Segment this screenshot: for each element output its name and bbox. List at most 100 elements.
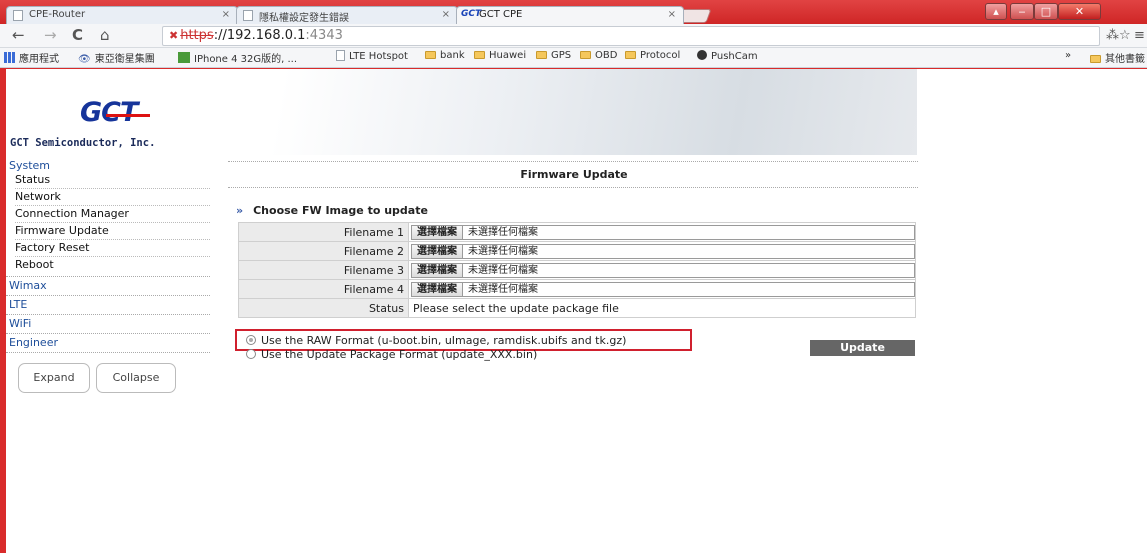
eye-icon: 👁 (78, 54, 91, 65)
restore-icon[interactable]: ▴ (985, 3, 1007, 20)
page-icon (243, 10, 253, 21)
folder-icon (474, 51, 485, 59)
bookmark-iphone[interactable]: IPhone 4 32G版的, ... (178, 50, 297, 65)
raw-format-option[interactable]: Use the RAW Format (u-boot.bin, uImage, … (246, 334, 626, 347)
file-status-text: 未選擇任何檔案 (468, 264, 538, 276)
star-icon[interactable]: ☆ (1119, 28, 1131, 43)
tab-gct-cpe[interactable]: GCT GCT CPE × (456, 6, 684, 24)
logo-accent-bar (106, 114, 150, 117)
package-format-option[interactable]: Use the Update Package Format (update_XX… (246, 348, 537, 361)
sidebar-item-network[interactable]: Network (15, 189, 210, 206)
radio-package-format[interactable] (246, 349, 256, 359)
sidebar-item-reboot[interactable]: Reboot (15, 257, 210, 273)
sidebar-item-firmware-update[interactable]: Firmware Update (15, 223, 210, 240)
bookmark-protocol[interactable]: Protocol (625, 50, 680, 61)
bookmarks-bar: 應用程式 👁 東亞衛星集團 IPhone 4 32G版的, ... LTE Hot… (0, 48, 1147, 68)
tab-label: GCT CPE (479, 9, 523, 20)
update-button[interactable]: Update (810, 340, 915, 356)
collapse-button[interactable]: Collapse (96, 363, 176, 393)
bookmark-other[interactable]: 其他書籤 (1090, 50, 1145, 65)
filename-label: Filename 1 (238, 222, 409, 242)
bookmark-satellite[interactable]: 👁 東亞衛星集團 (78, 50, 155, 65)
address-bar[interactable]: ✖ https://192.168.0.1:4343 (162, 26, 1100, 46)
close-window-button[interactable]: ✕ (1058, 3, 1101, 20)
bookmark-label: IPhone 4 32G版的, ... (194, 54, 298, 65)
bookmark-gps[interactable]: GPS (536, 50, 571, 61)
bookmark-obd[interactable]: OBD (580, 50, 617, 61)
section-marker-icon: » (236, 204, 244, 217)
dot-icon (697, 50, 707, 60)
bookmark-label: PushCam (711, 51, 758, 62)
filename-label: Filename 2 (238, 241, 409, 261)
bookmark-label: 其他書籤 (1105, 54, 1145, 65)
menu-title-system[interactable]: System (9, 159, 210, 172)
tab-privacy-error[interactable]: 隱私權設定發生錯誤 × (236, 6, 458, 24)
choose-file-button[interactable]: 選擇檔案 (412, 282, 463, 296)
menu-group-engineer: Engineer (6, 334, 210, 353)
bookmark-apps[interactable]: 應用程式 (4, 50, 59, 65)
bookmark-label: 應用程式 (19, 54, 59, 65)
page-icon (336, 50, 345, 61)
file-input-cell: 選擇檔案 未選擇任何檔案 (408, 222, 916, 242)
file-input-2[interactable]: 選擇檔案 未選擇任何檔案 (411, 243, 915, 259)
bookmark-label: OBD (595, 50, 618, 61)
folder-icon (625, 51, 636, 59)
translate-icon[interactable]: ⁂ (1106, 28, 1119, 43)
reload-icon[interactable]: C (72, 27, 83, 44)
home-icon[interactable]: ⌂ (100, 27, 110, 44)
menu-title-lte[interactable]: LTE (9, 298, 210, 311)
choose-file-button[interactable]: 選擇檔案 (412, 244, 463, 258)
page-title: Firmware Update (520, 168, 628, 181)
menu-icon[interactable]: ≡ (1134, 28, 1145, 43)
menu-group-wimax: Wimax (6, 277, 210, 296)
bookmark-lte-hotspot[interactable]: LTE Hotspot (336, 50, 408, 62)
file-input-1[interactable]: 選擇檔案 未選擇任何檔案 (411, 224, 915, 240)
minimize-button[interactable]: ‒ (1010, 3, 1034, 20)
menu-title-engineer[interactable]: Engineer (9, 336, 210, 349)
file-input-3[interactable]: 選擇檔案 未選擇任何檔案 (411, 262, 915, 278)
close-icon[interactable]: × (222, 9, 230, 20)
apps-icon (4, 52, 15, 63)
bookmark-label: GPS (551, 50, 572, 61)
menu-title-wimax[interactable]: Wimax (9, 279, 210, 292)
table-row: Filename 1 選擇檔案 未選擇任何檔案 (238, 222, 916, 242)
bookmark-pushcam[interactable]: PushCam (697, 50, 758, 62)
bookmark-label: Protocol (640, 50, 681, 61)
menu-sub-system: Status Network Connection Manager Firmwa… (9, 172, 210, 273)
sidebar-item-factory-reset[interactable]: Factory Reset (15, 240, 210, 257)
menu-title-wifi[interactable]: WiFi (9, 317, 210, 330)
divider (228, 187, 918, 188)
menu-group-system: System Status Network Connection Manager… (6, 157, 210, 277)
sidebar-item-connection-manager[interactable]: Connection Manager (15, 206, 210, 223)
bookmark-label: Huawei (489, 50, 527, 61)
divider (228, 161, 918, 162)
maximize-button[interactable]: □ (1034, 3, 1058, 20)
choose-file-button[interactable]: 選擇檔案 (412, 263, 463, 277)
choose-file-button[interactable]: 選擇檔案 (412, 225, 463, 239)
raw-format-label: Use the RAW Format (u-boot.bin, uImage, … (261, 334, 627, 347)
sidebar-item-status[interactable]: Status (15, 172, 210, 189)
close-icon[interactable]: × (668, 9, 676, 20)
bookmark-label: bank (440, 50, 465, 61)
radio-raw-format[interactable] (246, 335, 256, 345)
status-label: Status (238, 298, 409, 318)
bookmarks-more-chevron-icon[interactable]: » (1065, 50, 1071, 61)
url-host: ://192.168.0.1 (213, 28, 306, 43)
forward-arrow-icon[interactable]: → (44, 27, 57, 44)
bookmark-label: 東亞衛星集團 (94, 54, 155, 65)
bookmark-huawei[interactable]: Huawei (474, 50, 526, 61)
expand-button[interactable]: Expand (18, 363, 90, 393)
tab-cpe-router[interactable]: CPE-Router × (6, 6, 238, 24)
menu-group-wifi: WiFi (6, 315, 210, 334)
package-format-label: Use the Update Package Format (update_XX… (261, 348, 538, 361)
url-port: :4343 (305, 28, 343, 43)
close-icon[interactable]: × (442, 9, 450, 20)
back-arrow-icon[interactable]: ← (12, 27, 25, 44)
file-input-cell: 選擇檔案 未選擇任何檔案 (408, 241, 916, 261)
file-input-cell: 選擇檔案 未選擇任何檔案 (408, 279, 916, 299)
filename-label: Filename 3 (238, 260, 409, 280)
file-input-cell: 選擇檔案 未選擇任何檔案 (408, 260, 916, 280)
file-input-4[interactable]: 選擇檔案 未選擇任何檔案 (411, 281, 915, 297)
bookmark-bank[interactable]: bank (425, 50, 465, 61)
file-status-text: 未選擇任何檔案 (468, 245, 538, 257)
